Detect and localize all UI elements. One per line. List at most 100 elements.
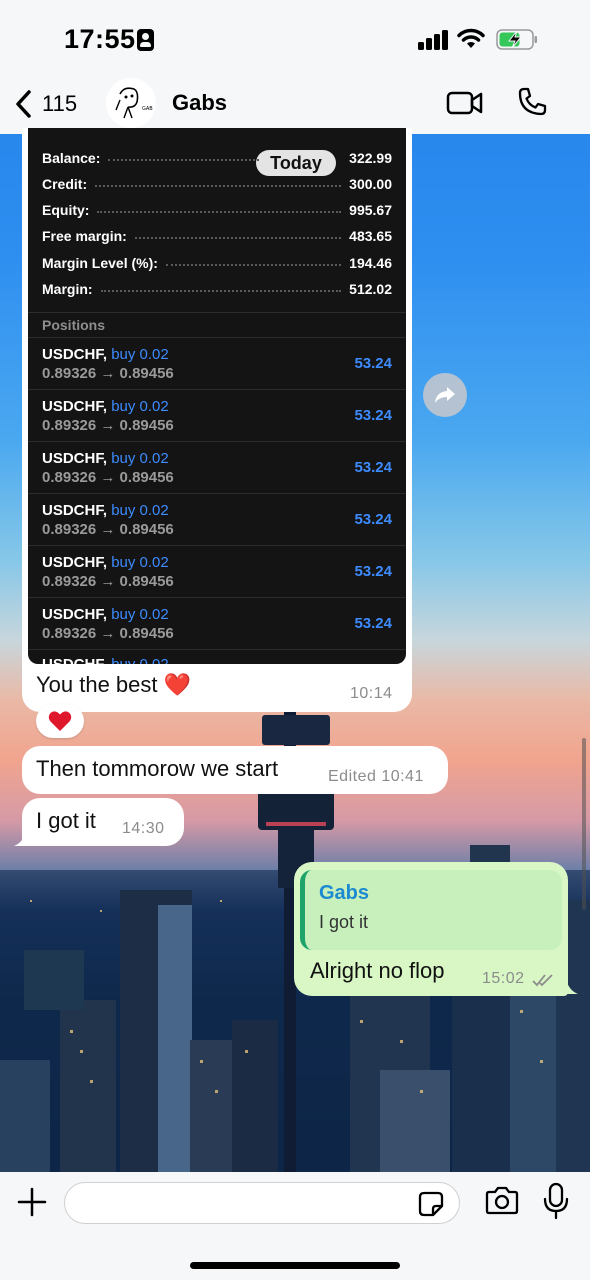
plus-icon[interactable]: [14, 1184, 50, 1220]
quoted-text: I got it: [319, 912, 369, 932]
account-value: 300.00: [349, 176, 392, 192]
position-symbol: USDCHF, buy 0.02: [42, 346, 169, 363]
position-row-partial: USDCHF, buy 0.02: [28, 650, 406, 664]
symbol-text: USDCHF,: [42, 346, 108, 363]
position-prices: 0.89326 → 0.89456: [42, 521, 174, 538]
back-button[interactable]: 115: [14, 86, 77, 122]
position-profit: 53.24: [354, 407, 392, 424]
cellular-signal-icon: [418, 30, 450, 50]
account-value: 322.99: [349, 150, 392, 166]
status-bar: 17:55: [0, 0, 590, 78]
phone-call-icon[interactable]: [516, 86, 548, 118]
position-symbol: USDCHF, buy 0.02: [42, 398, 169, 415]
account-row: Balance: 322.99: [42, 148, 392, 168]
microphone-icon[interactable]: [542, 1182, 570, 1220]
home-indicator: [190, 1262, 400, 1269]
account-label: Credit:: [42, 176, 88, 192]
contact-card-icon: [137, 29, 154, 51]
chevron-left-icon: [16, 90, 31, 118]
position-profit: 53.24: [354, 459, 392, 476]
message-time: 15:02: [482, 970, 525, 987]
bubble-tail: [560, 978, 578, 994]
avatar-sketch-icon: GAB: [115, 87, 153, 119]
account-value: 194.46: [349, 255, 392, 271]
reaction-badge[interactable]: [36, 704, 84, 738]
forward-arrow-icon: [435, 387, 455, 403]
position-row: USDCHF, buy 0.02 0.89326 → 0.89456 53.24: [28, 546, 406, 598]
position-symbol: USDCHF, buy 0.02: [42, 502, 169, 519]
chat-header: 115 GAB Gabs: [0, 78, 590, 134]
contact-name[interactable]: Gabs: [172, 90, 227, 116]
message-time: 10:14: [350, 685, 393, 702]
symbol-text: USDCHF,: [42, 502, 108, 519]
position-side: buy 0.02: [111, 656, 169, 664]
symbol-text: USDCHF,: [42, 398, 108, 415]
position-row: USDCHF, buy 0.02 0.89326 → 0.89456 53.24: [28, 598, 406, 650]
position-prices: 0.89326 → 0.89456: [42, 573, 174, 590]
unread-count: 115: [42, 91, 78, 116]
position-profit: 53.24: [354, 511, 392, 528]
wifi-icon: [457, 28, 485, 48]
account-value: 483.65: [349, 228, 392, 244]
position-side: buy 0.02: [111, 398, 169, 415]
position-profit: 53.24: [354, 615, 392, 632]
position-row: USDCHF, buy 0.02 0.89326 → 0.89456 53.24: [28, 494, 406, 546]
avatar[interactable]: GAB: [106, 78, 156, 128]
message-text: You the best ❤️: [36, 672, 192, 697]
position-prices: 0.89326 → 0.89456: [42, 365, 174, 382]
account-label: Margin Level (%):: [42, 255, 158, 271]
message-input[interactable]: [64, 1182, 460, 1224]
position-side: buy 0.02: [111, 450, 169, 467]
position-side: buy 0.02: [111, 502, 169, 519]
message-text: I got it: [36, 808, 96, 833]
position-symbol: USDCHF, buy 0.02: [42, 656, 169, 664]
quoted-sender: Gabs: [319, 882, 370, 904]
quoted-reply[interactable]: Gabs I got it: [300, 870, 562, 950]
account-label: Balance:: [42, 150, 101, 166]
scroll-indicator[interactable]: [582, 738, 586, 910]
symbol-text: USDCHF,: [42, 554, 108, 571]
symbol-text: USDCHF,: [42, 656, 107, 664]
position-side: buy 0.02: [111, 606, 169, 623]
bubble-tail: [14, 830, 32, 846]
video-call-icon[interactable]: [446, 88, 484, 118]
position-prices: 0.89326 → 0.89456: [42, 469, 174, 486]
sticker-icon[interactable]: [416, 1189, 446, 1219]
position-symbol: USDCHF, buy 0.02: [42, 450, 169, 467]
clock: 17:55: [64, 24, 136, 54]
account-row: Credit: 300.00: [42, 174, 392, 194]
incoming-message[interactable]: I got it 14:30: [22, 798, 184, 846]
position-row: USDCHF, buy 0.02 0.89326 → 0.89456 53.24: [28, 390, 406, 442]
position-symbol: USDCHF, buy 0.02: [42, 554, 169, 571]
position-row: USDCHF, buy 0.02 0.89326 → 0.89456 53.24: [28, 338, 406, 390]
position-profit: 53.24: [354, 355, 392, 372]
image-message-bubble[interactable]: Today Balance: 322.99 Credit: 300.00 Equit…: [22, 128, 412, 712]
camera-icon[interactable]: [484, 1186, 520, 1216]
account-row: Margin Level (%): 194.46: [42, 253, 392, 273]
message-text: Alright no flop: [310, 958, 445, 983]
heart-reaction-icon: [48, 711, 72, 731]
message-time: 14:30: [122, 820, 165, 837]
position-prices: 0.89326 → 0.89456: [42, 417, 174, 434]
incoming-message[interactable]: Then tommorow we start Edited 10:41: [22, 746, 448, 794]
account-label: Free margin:: [42, 228, 127, 244]
account-row: Free margin: 483.65: [42, 226, 392, 246]
trading-screenshot[interactable]: Today Balance: 322.99 Credit: 300.00 Equit…: [28, 128, 406, 664]
battery-charging-icon: [496, 29, 537, 50]
position-side: buy 0.02: [111, 346, 169, 363]
message-text: Then tommorow we start: [36, 756, 279, 781]
account-value: 995.67: [349, 202, 392, 218]
position-prices: 0.89326 → 0.89456: [42, 625, 174, 642]
forward-button[interactable]: [423, 373, 467, 417]
read-receipt-icon: [532, 974, 553, 987]
account-row: Equity: 995.67: [42, 200, 392, 220]
position-symbol: USDCHF, buy 0.02: [42, 606, 169, 623]
message-time: Edited 10:41: [328, 768, 424, 785]
position-row: USDCHF, buy 0.02 0.89326 → 0.89456 53.24: [28, 442, 406, 494]
position-side: buy 0.02: [111, 554, 169, 571]
account-row: Margin: 512.02: [42, 279, 392, 299]
account-label: Margin:: [42, 281, 93, 297]
position-profit: 53.24: [354, 563, 392, 580]
symbol-text: USDCHF,: [42, 450, 108, 467]
symbol-text: USDCHF,: [42, 606, 108, 623]
